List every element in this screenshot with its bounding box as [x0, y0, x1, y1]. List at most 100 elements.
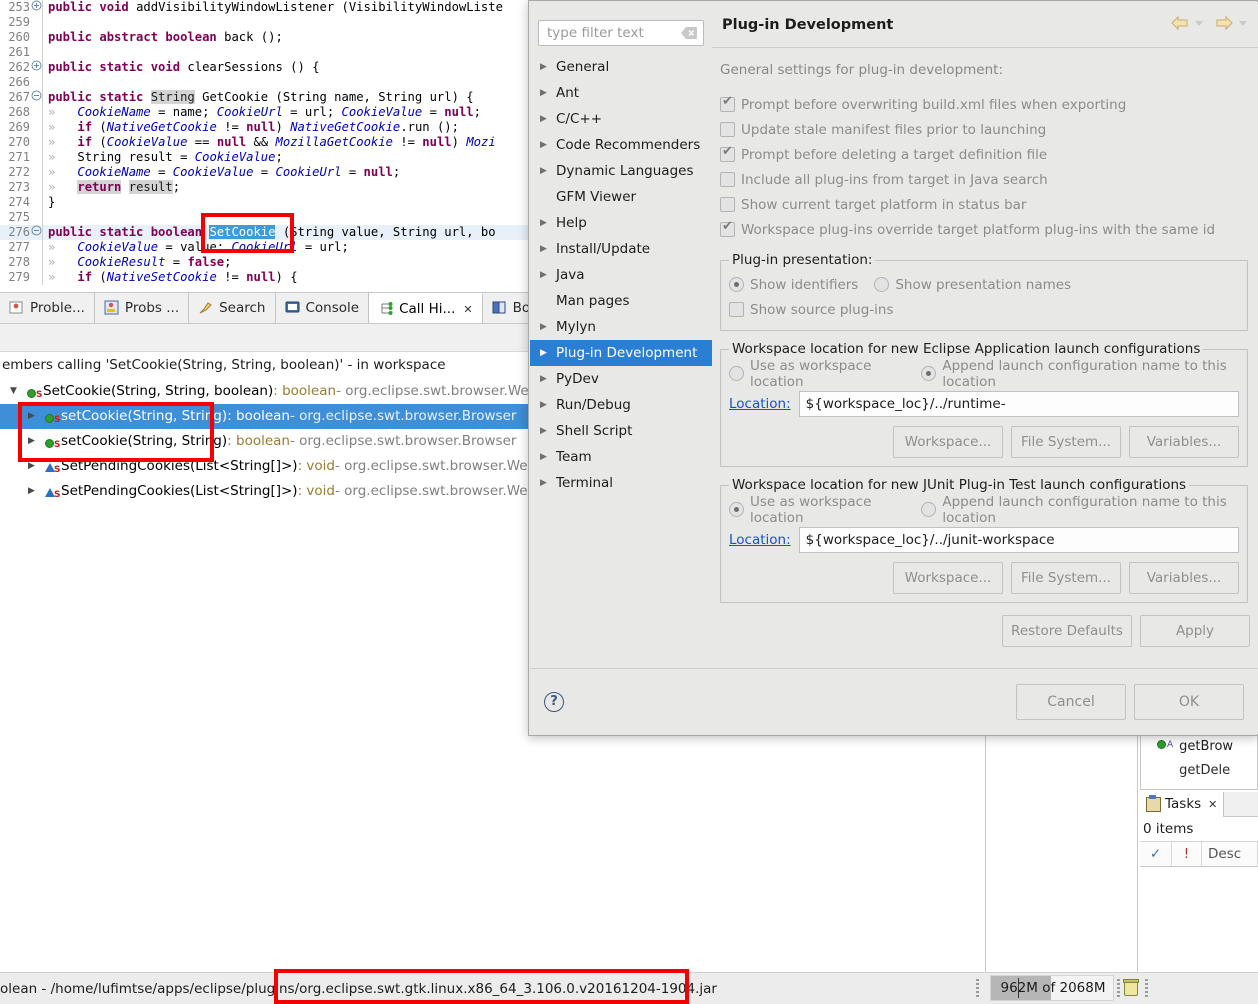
tasks-panel[interactable]: Tasks ✕ 0 items ✓ ! Desc: [1140, 792, 1258, 972]
twisty-collapsed-icon[interactable]: ▶: [540, 210, 556, 236]
tree-item-c-c-[interactable]: ▶C/C++: [530, 106, 712, 132]
radio-eclipse-append-name[interactable]: [921, 366, 936, 381]
junit-filesystem-button[interactable]: File System...: [1011, 562, 1121, 594]
filter-field-wrapper[interactable]: [538, 20, 704, 46]
twisty-collapsed-icon[interactable]: ▶: [28, 404, 44, 429]
code-editor[interactable]: 253public void addVisibilityWindowListen…: [0, 0, 530, 292]
call-hierarchy-row[interactable]: ▶SsetCookie(String, String) : boolean - …: [0, 429, 530, 454]
chevron-down-icon-2[interactable]: [1236, 16, 1250, 34]
code-line[interactable]: 261: [0, 45, 530, 60]
tree-item-code-recommenders[interactable]: ▶Code Recommenders: [530, 132, 712, 158]
code-line[interactable]: 279» if (NativeSetCookie != null) {: [0, 270, 530, 285]
tree-item-man-pages[interactable]: Man pages: [530, 288, 712, 314]
checkbox-row-0[interactable]: Prompt before overwriting build.xml file…: [720, 92, 1258, 117]
fold-expand-icon[interactable]: [31, 60, 42, 75]
code-line[interactable]: 266: [0, 75, 530, 90]
checkbox-show-source-row[interactable]: Show source plug-ins: [729, 297, 1239, 322]
status-grip-right[interactable]: [1117, 979, 1120, 997]
panel-divider-vertical[interactable]: [985, 736, 986, 972]
restore-defaults-button[interactable]: Restore Defaults: [1002, 615, 1132, 647]
preferences-tree-pane[interactable]: ▶General▶Ant▶C/C++▶Code Recommenders▶Dyn…: [530, 2, 712, 669]
tree-item-team[interactable]: ▶Team: [530, 444, 712, 470]
tree-item-gfm-viewer[interactable]: GFM Viewer: [530, 184, 712, 210]
call-hierarchy-row[interactable]: ▼SSetCookie(String, String, boolean) : b…: [0, 379, 530, 404]
twisty-collapsed-icon[interactable]: ▶: [540, 314, 556, 340]
twisty-collapsed-icon[interactable]: ▶: [28, 429, 44, 454]
code-line[interactable]: 259: [0, 15, 530, 30]
code-line[interactable]: 273» return result;: [0, 180, 530, 195]
twisty-collapsed-icon[interactable]: ▶: [540, 236, 556, 262]
twisty-collapsed-icon[interactable]: ▶: [540, 106, 556, 132]
code-line[interactable]: 270» if (CookieValue == null && MozillaG…: [0, 135, 530, 150]
tasks-col-priority[interactable]: !: [1172, 842, 1202, 866]
checkbox-5[interactable]: [720, 222, 735, 237]
code-line[interactable]: 271» String result = CookieValue;: [0, 150, 530, 165]
code-line[interactable]: 262public static void clearSessions () {: [0, 60, 530, 75]
eclipse-workspace-button[interactable]: Workspace...: [893, 426, 1003, 458]
tasks-column-headers[interactable]: ✓ ! Desc: [1140, 841, 1258, 867]
apply-button[interactable]: Apply: [1140, 615, 1250, 647]
twisty-collapsed-icon[interactable]: ▶: [540, 54, 556, 80]
eclipse-location-buttons[interactable]: Workspace... File System... Variables...: [729, 426, 1239, 458]
junit-variables-button[interactable]: Variables...: [1129, 562, 1239, 594]
code-line[interactable]: 278» CookieResult = false;: [0, 255, 530, 270]
fold-collapse-icon[interactable]: [31, 225, 42, 240]
call-hierarchy-row[interactable]: ▶SSetPendingCookies(List<String[]>) : vo…: [0, 454, 530, 479]
checkbox-row-1[interactable]: Update stale manifest files prior to lau…: [720, 117, 1258, 142]
code-line[interactable]: 260public abstract boolean back ();: [0, 30, 530, 45]
outline-panel[interactable]: A getBrow getDele: [1140, 734, 1258, 790]
eclipse-variables-button[interactable]: Variables...: [1129, 426, 1239, 458]
code-line[interactable]: 253public void addVisibilityWindowListen…: [0, 0, 530, 15]
twisty-collapsed-icon[interactable]: ▶: [540, 418, 556, 444]
twisty-expanded-icon[interactable]: ▼: [10, 379, 26, 404]
tree-item-dynamic-languages[interactable]: ▶Dynamic Languages: [530, 158, 712, 184]
preferences-tree[interactable]: ▶General▶Ant▶C/C++▶Code Recommenders▶Dyn…: [530, 54, 712, 664]
code-line[interactable]: 269» if (NativeGetCookie != null) Native…: [0, 120, 530, 135]
twisty-collapsed-icon[interactable]: ▶: [540, 392, 556, 418]
filter-input[interactable]: [545, 22, 665, 44]
clear-icon[interactable]: [680, 26, 698, 40]
code-line[interactable]: 272» CookieName = CookieValue = CookieUr…: [0, 165, 530, 180]
fold-expand-icon[interactable]: [31, 0, 42, 15]
tree-item-shell-script[interactable]: ▶Shell Script: [530, 418, 712, 444]
cancel-button[interactable]: Cancel: [1016, 684, 1126, 720]
checkbox-row-4[interactable]: Show current target platform in status b…: [720, 192, 1258, 217]
trash-icon[interactable]: [1123, 979, 1139, 997]
arrow-right-icon[interactable]: [1214, 15, 1234, 35]
arrow-left-icon[interactable]: [1170, 15, 1190, 35]
checkbox-row-5[interactable]: Workspace plug-ins override target platf…: [720, 217, 1258, 242]
junit-radio-row[interactable]: Use as workspace location Append launch …: [729, 497, 1239, 522]
twisty-collapsed-icon[interactable]: ▶: [540, 340, 556, 366]
call-hierarchy-rows[interactable]: ▼SSetCookie(String, String, boolean) : b…: [0, 379, 530, 504]
twisty-collapsed-icon[interactable]: ▶: [540, 366, 556, 392]
tree-item-help[interactable]: ▶Help: [530, 210, 712, 236]
checkbox-0[interactable]: [720, 97, 735, 112]
tree-item-terminal[interactable]: ▶Terminal: [530, 470, 712, 496]
tab-search[interactable]: Search: [189, 293, 275, 323]
code-line[interactable]: 277» CookieValue = value; CookieUrl = ur…: [0, 240, 530, 255]
status-grip-left[interactable]: [976, 979, 979, 997]
chevron-down-icon[interactable]: [1192, 16, 1206, 34]
radio-junit-append-name[interactable]: [921, 502, 936, 517]
call-hierarchy-view[interactable]: embers calling 'SetCookie(String, String…: [0, 324, 530, 974]
apply-button-row[interactable]: Restore Defaults Apply: [720, 615, 1258, 647]
junit-location-link[interactable]: Location:: [729, 532, 791, 548]
tasks-tab-bar[interactable]: Tasks ✕: [1140, 792, 1258, 817]
general-checkbox-list[interactable]: Prompt before overwriting build.xml file…: [720, 92, 1258, 242]
radio-show-presentation-names[interactable]: [874, 277, 889, 292]
tasks-col-description[interactable]: Desc: [1202, 842, 1258, 866]
navigation-buttons[interactable]: [1170, 15, 1250, 35]
junit-workspace-button[interactable]: Workspace...: [893, 562, 1003, 594]
tree-item-plug-in-development[interactable]: ▶Plug-in Development: [530, 340, 712, 366]
checkbox-2[interactable]: [720, 147, 735, 162]
tree-item-run-debug[interactable]: ▶Run/Debug: [530, 392, 712, 418]
outline-row[interactable]: getDele: [1141, 759, 1257, 783]
checkbox-4[interactable]: [720, 197, 735, 212]
code-line[interactable]: 268» CookieName = name; CookieUrl = url;…: [0, 105, 530, 120]
call-hierarchy-row[interactable]: ▶SsetCookie(String, String) : boolean - …: [0, 404, 530, 429]
help-icon[interactable]: ?: [544, 692, 564, 712]
code-line[interactable]: 267public static String GetCookie (Strin…: [0, 90, 530, 105]
junit-location-row[interactable]: Location: ${workspace_loc}/../junit-work…: [729, 526, 1239, 554]
tree-item-install-update[interactable]: ▶Install/Update: [530, 236, 712, 262]
twisty-collapsed-icon[interactable]: ▶: [540, 444, 556, 470]
